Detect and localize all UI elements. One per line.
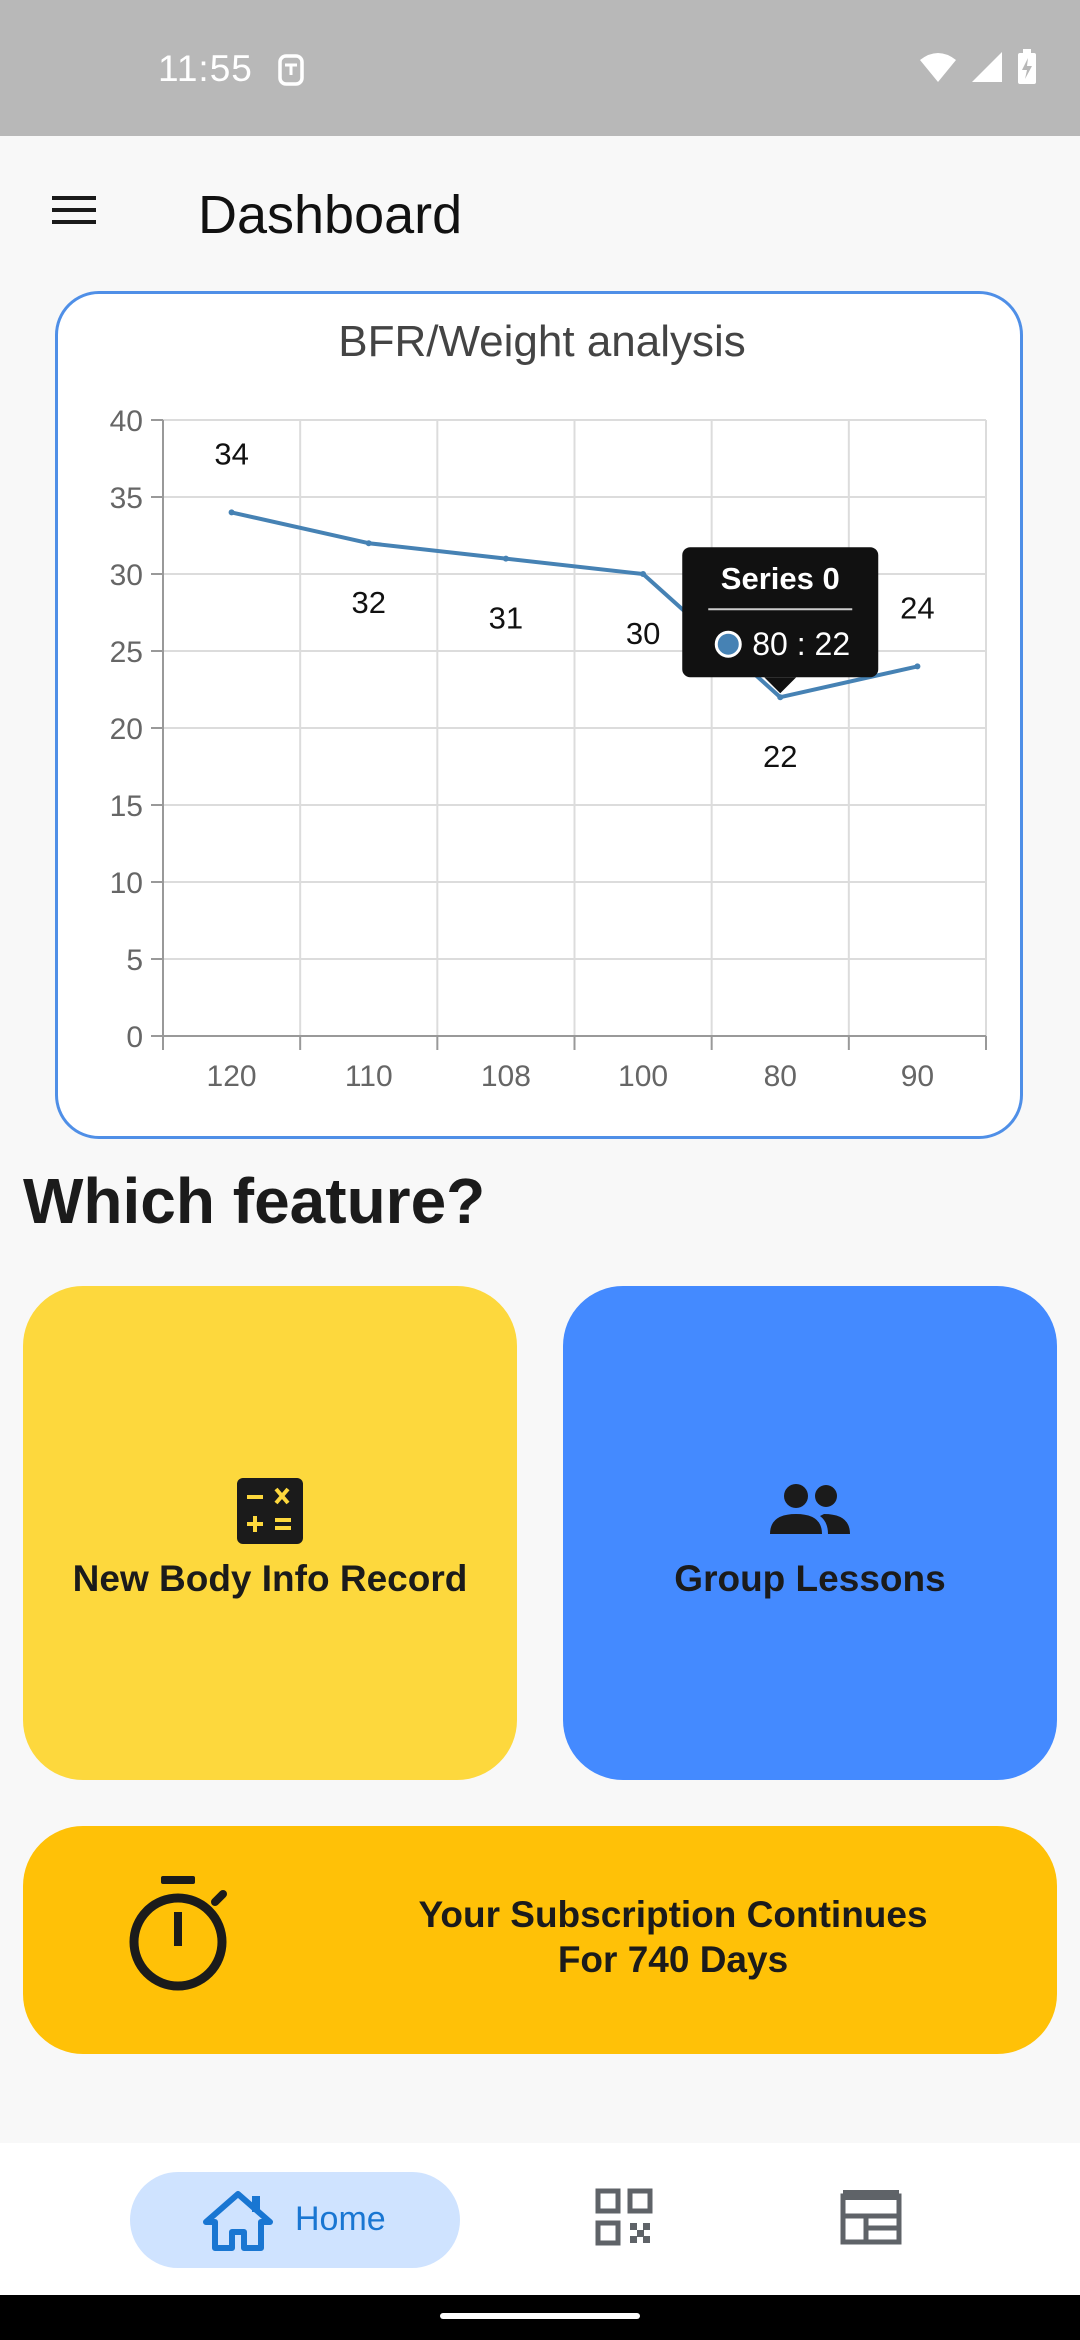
data-label: 31 <box>489 601 523 636</box>
group-icon <box>770 1484 850 1534</box>
x-tick-label: 80 <box>764 1060 797 1093</box>
section-title: Which feature? <box>23 1165 486 1237</box>
data-label: 22 <box>763 739 797 774</box>
gesture-bar <box>0 2295 1080 2340</box>
bfr-weight-chart: BFR/Weight analysis 0 5 10 15 20 25 30 35 40 120 11… <box>110 317 987 1093</box>
new-body-info-record-tile[interactable]: New Body Info Record <box>23 1286 517 1780</box>
calculate-icon <box>237 1478 303 1544</box>
x-tick-label: 108 <box>481 1060 531 1093</box>
qr-code-icon[interactable] <box>595 2188 653 2246</box>
y-tick-label: 35 <box>110 482 143 515</box>
app-bar: Dashboard <box>0 136 1080 286</box>
subscription-text: Your Subscription Continues For 740 Days <box>353 1892 993 1982</box>
group-lessons-label: Group Lessons <box>674 1558 946 1599</box>
data-label: 30 <box>626 616 660 651</box>
y-tick-label: 10 <box>110 867 143 900</box>
data-point <box>502 555 509 562</box>
y-tick-label: 25 <box>110 636 143 669</box>
data-point <box>914 663 921 670</box>
notification-icon <box>278 54 304 86</box>
y-tick-label: 5 <box>126 944 143 977</box>
tooltip-value: 80 : 22 <box>752 626 850 662</box>
timer-icon <box>129 1876 227 1991</box>
data-point <box>640 571 647 577</box>
tooltip-marker <box>714 630 742 658</box>
table-icon[interactable] <box>840 2188 902 2246</box>
wifi-icon <box>920 53 956 82</box>
x-tick-label: 120 <box>207 1060 257 1093</box>
y-tick-label: 30 <box>110 559 143 592</box>
gesture-pill[interactable] <box>440 2313 640 2319</box>
x-tick-label: 90 <box>901 1060 934 1093</box>
nav-home[interactable]: Home <box>130 2172 460 2268</box>
data-label: 32 <box>352 585 386 620</box>
status-icons <box>918 48 1038 86</box>
data-label: 34 <box>214 436 248 471</box>
y-tick-label: 15 <box>110 790 143 823</box>
new-body-info-record-label: New Body Info Record <box>72 1558 468 1599</box>
status-time: 11:55 <box>158 48 253 89</box>
battery-icon <box>1018 49 1036 84</box>
data-point <box>228 509 235 516</box>
x-tick-label: 110 <box>345 1060 393 1093</box>
tooltip-title: Series 0 <box>721 561 840 596</box>
bottom-navigation: Home <box>0 2143 1080 2295</box>
chart-card: BFR/Weight analysis 0 5 10 15 20 25 30 35 40 120 11… <box>55 291 1023 1139</box>
home-icon <box>203 2191 273 2251</box>
y-tick-label: 20 <box>110 713 143 746</box>
page-title: Dashboard <box>198 185 463 245</box>
data-label: 24 <box>900 590 934 625</box>
menu-icon[interactable] <box>44 188 104 232</box>
status-bar: 11:55 <box>0 0 1080 136</box>
signal-icon <box>972 52 1002 82</box>
y-tick-label: 0 <box>126 1021 143 1054</box>
nav-home-label: Home <box>295 2200 386 2238</box>
x-tick-label: 100 <box>618 1060 668 1093</box>
subscription-line-2: For 740 Days <box>557 1939 789 1980</box>
subscription-card[interactable]: Your Subscription Continues For 740 Days <box>23 1826 1057 2054</box>
group-lessons-tile[interactable]: Group Lessons <box>563 1286 1057 1780</box>
data-point <box>365 540 372 547</box>
data-point <box>777 694 784 701</box>
subscription-line-1: Your Subscription Continues <box>418 1894 928 1935</box>
y-tick-label: 40 <box>110 405 143 438</box>
chart-title: BFR/Weight analysis <box>338 317 746 366</box>
